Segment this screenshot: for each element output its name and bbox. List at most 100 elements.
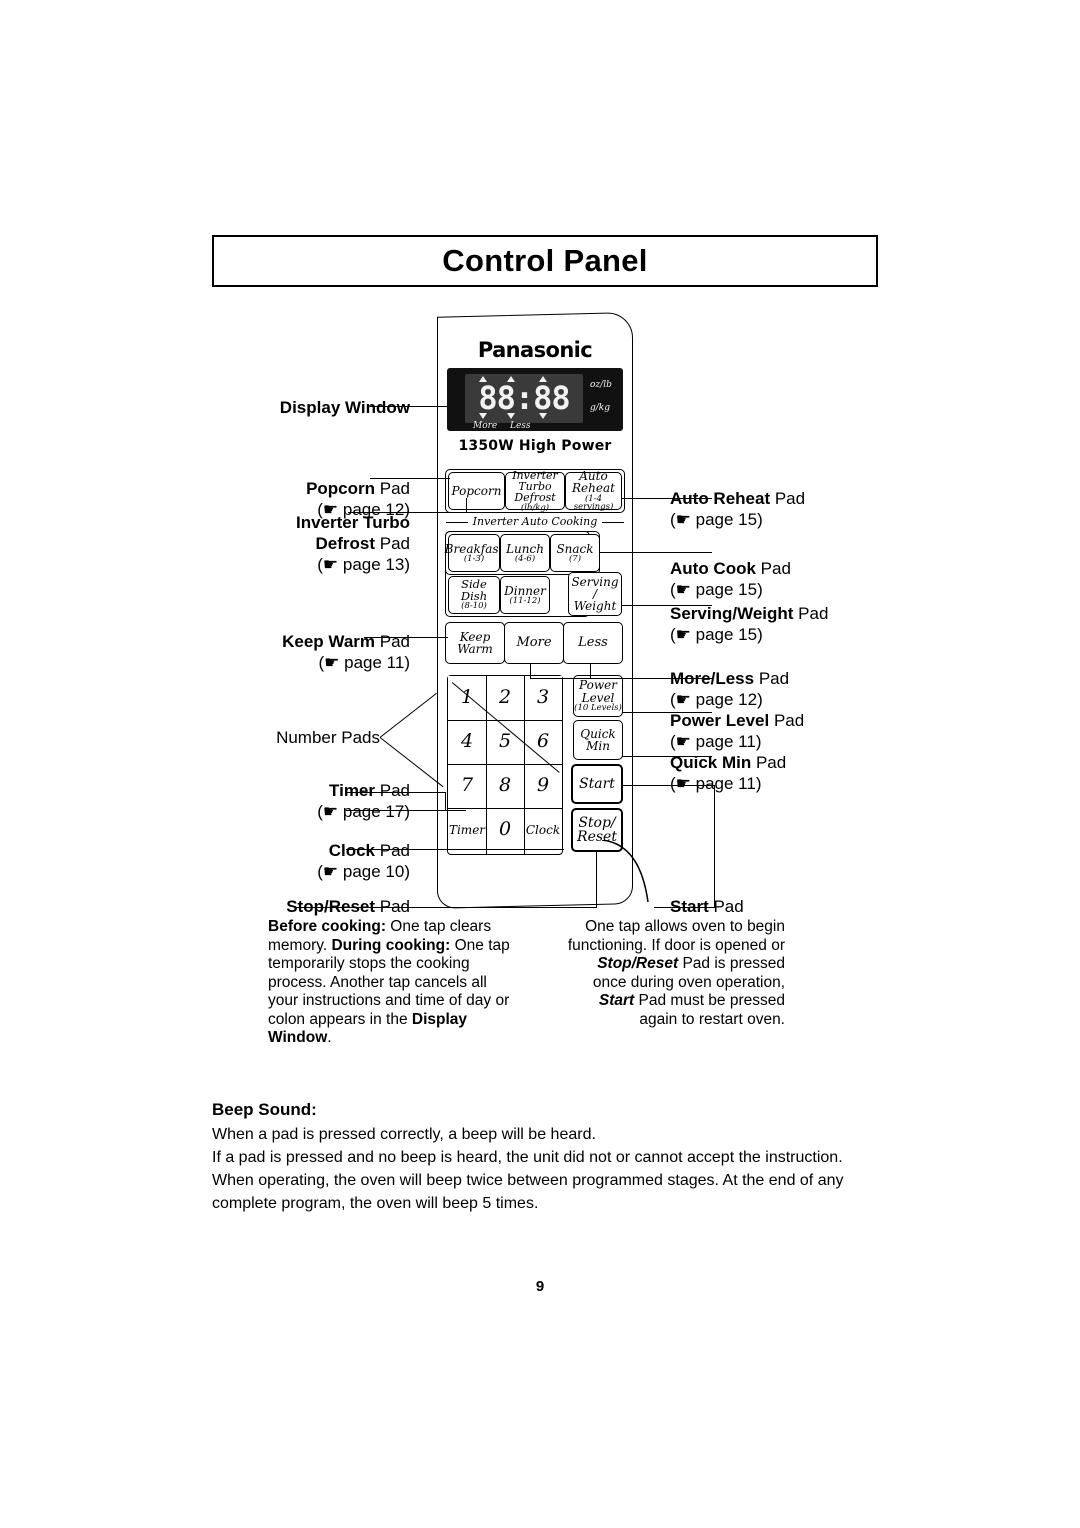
- leader-moreless-v2: [590, 664, 592, 678]
- inverter-auto-cooking-caption: Inverter Auto Cooking: [437, 515, 633, 528]
- leader-stopreset-v: [596, 852, 598, 908]
- callout-start-bold: Start: [670, 897, 709, 916]
- breakfast-label: Breakfast: [444, 541, 504, 556]
- dinner-pad[interactable]: Dinner (11-12): [500, 576, 550, 614]
- breakfast-pad[interactable]: Breakfast (1-3): [445, 534, 503, 572]
- callout-stop-reset-tail: Pad: [375, 897, 410, 916]
- period: .: [327, 1029, 332, 1046]
- page-title: Control Panel: [442, 243, 648, 278]
- callout-itd-bold2: Defrost: [315, 534, 376, 553]
- start-desc-start: Start: [598, 992, 635, 1009]
- number-pad-3-label: 3: [536, 686, 550, 709]
- leader-number-pads-upper: [379, 692, 438, 739]
- callout-stop-reset-bold: Stop/Reset: [286, 897, 376, 916]
- callout-clock-page: (☛ page 10): [317, 862, 410, 881]
- breakfast-sub: (1-3): [463, 553, 485, 564]
- side-dish-sub: (8-10): [461, 601, 487, 612]
- during-cooking-label: During cooking:: [331, 936, 451, 954]
- keep-warm-pad[interactable]: Keep Warm: [445, 622, 505, 664]
- number-pad-5-label: 5: [498, 730, 512, 753]
- stop-reset-line1: Stop/: [578, 814, 616, 831]
- display-more-label: More: [473, 421, 498, 431]
- callout-auto-cook-tail: Pad: [755, 559, 791, 578]
- callout-auto-reheat-page: (☛ page 15): [670, 510, 763, 529]
- start-pad[interactable]: Start: [571, 764, 623, 804]
- leader-start-v: [714, 785, 716, 907]
- start-desc-p3: Pad must be pressed again to restart ove…: [634, 992, 785, 1028]
- callout-itd-page: (☛ page 13): [317, 555, 410, 574]
- callout-serving-weight-tail: Pad: [793, 604, 829, 623]
- leader-moreless-v1: [530, 664, 532, 679]
- callout-auto-reheat-bold: Auto Reheat: [670, 489, 771, 508]
- unit-oz-lb-label: oz/lb: [590, 380, 612, 390]
- keep-warm-line2: Warm: [457, 642, 493, 656]
- callout-timer: Timer Pad (☛ page 17): [90, 780, 410, 822]
- beep-sound-section: Beep Sound: When a pad is pressed correc…: [212, 1098, 880, 1215]
- quick-min-pad[interactable]: Quick Min: [573, 720, 623, 760]
- number-pad-8-label: 8: [498, 774, 512, 797]
- number-pad-9-label: 9: [536, 774, 550, 797]
- stop-reset-description: Before cooking: One tap clears memory. D…: [268, 918, 518, 1048]
- power-level-sub: (10 Levels): [574, 702, 622, 713]
- auto-reheat-line2: Reheat: [572, 481, 615, 496]
- arrow-down-icon: [479, 413, 487, 419]
- timer-pad[interactable]: Timer: [448, 808, 486, 852]
- callout-start-tail: Pad: [708, 897, 744, 916]
- snack-label: Snack: [556, 541, 594, 556]
- less-pad[interactable]: Less: [563, 622, 623, 664]
- caption-text: Inverter Auto Cooking: [472, 515, 598, 528]
- display-window: 88:88 More Less oz/lb g/kg: [447, 368, 623, 431]
- callout-quick-min: Quick Min Pad (☛ page 11): [670, 752, 786, 794]
- callout-keep-warm-page: (☛ page 11): [318, 653, 410, 672]
- callout-power-level-bold: Power Level: [670, 711, 770, 730]
- callout-serving-weight-page: (☛ page 15): [670, 625, 763, 644]
- more-pad[interactable]: More: [504, 622, 564, 664]
- popcorn-pad[interactable]: Popcorn: [448, 472, 505, 510]
- beep-line-1: When a pad is pressed correctly, a beep …: [212, 1126, 596, 1143]
- callout-number-pads-text: Number Pads: [276, 728, 380, 747]
- clock-pad-label: Clock: [525, 822, 561, 837]
- lunch-sub: (4-6): [514, 553, 536, 564]
- arrow-down-icon: [507, 413, 515, 419]
- snack-pad[interactable]: Snack (7): [550, 534, 600, 572]
- before-cooking-label: Before cooking:: [268, 918, 386, 935]
- power-level-pad[interactable]: Power Level (10 Levels): [573, 675, 623, 717]
- lcd-screen: 88:88 More Less: [465, 374, 583, 431]
- inverter-turbo-defrost-pad[interactable]: Inverter Turbo Defrost (lb/kg): [505, 470, 565, 512]
- start-description: One tap allows oven to begin functioning…: [560, 918, 785, 1029]
- grid-rule: [524, 675, 526, 855]
- leader-itd-v: [466, 498, 468, 513]
- callout-more-less: More/Less Pad (☛ page 12): [670, 668, 789, 710]
- side-dish-pad[interactable]: Side Dish (8-10): [448, 576, 500, 614]
- callout-number-pads: Number Pads: [90, 727, 380, 748]
- callout-itd-tail: Pad: [375, 534, 410, 553]
- auto-reheat-pad[interactable]: Auto Reheat (1-4 servings): [565, 470, 622, 512]
- callout-auto-cook-page: (☛ page 15): [670, 580, 763, 599]
- callout-clock-tail: Pad: [375, 841, 410, 860]
- number-pad-3[interactable]: 3: [524, 676, 562, 720]
- power-level-line1: Power: [579, 678, 617, 693]
- display-less-label: Less: [510, 421, 531, 431]
- snack-sub: (7): [568, 553, 582, 564]
- callout-power-level-page: (☛ page 11): [670, 732, 762, 751]
- caption-rule-left: [445, 521, 468, 523]
- callout-popcorn-tail: Pad: [375, 479, 410, 498]
- number-pad-0[interactable]: 0: [486, 808, 524, 852]
- number-pad-2[interactable]: 2: [486, 676, 524, 720]
- leader-timer-v: [445, 792, 447, 810]
- number-pad-8[interactable]: 8: [486, 764, 524, 808]
- clock-pad[interactable]: Clock: [524, 808, 562, 852]
- callout-keep-warm: Keep Warm Pad (☛ page 11): [90, 631, 410, 673]
- serving-weight-pad[interactable]: Serving / Weight: [568, 572, 622, 616]
- callout-start: Start Pad: [670, 896, 744, 917]
- caption-rule-right: [602, 521, 625, 523]
- callout-display-window: Display Window: [90, 397, 410, 418]
- serving-weight-line2: Weight: [573, 599, 617, 614]
- beep-line-3: When operating, the oven will beep twice…: [212, 1172, 844, 1212]
- callout-inverter-turbo-defrost: Inverter Turbo Defrost Pad (☛ page 13): [90, 512, 410, 575]
- number-pad-4[interactable]: 4: [448, 720, 486, 764]
- number-pad-7[interactable]: 7: [448, 764, 486, 808]
- lunch-pad[interactable]: Lunch (4-6): [500, 534, 550, 572]
- callout-quick-min-tail: Pad: [751, 753, 787, 772]
- page-number: 9: [535, 1278, 545, 1295]
